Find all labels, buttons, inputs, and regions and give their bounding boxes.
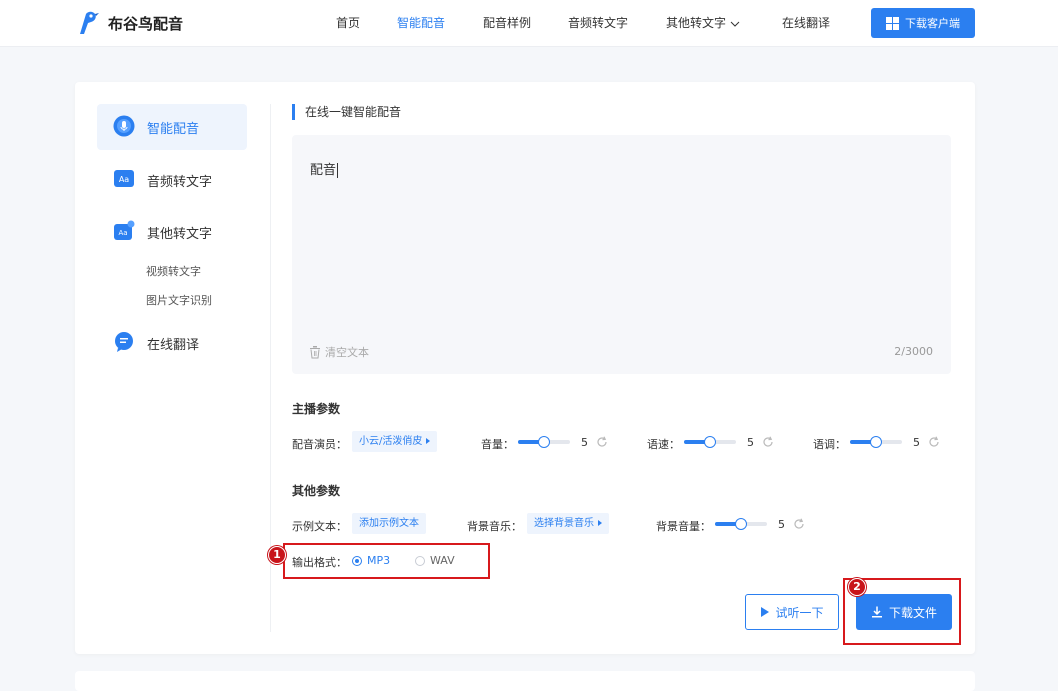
windows-icon <box>886 16 899 30</box>
play-icon <box>761 607 770 617</box>
preview-listen-button[interactable]: 试听一下 <box>745 594 839 630</box>
logo-text: 布谷鸟配音 <box>108 14 184 33</box>
sidebar-item-label: 音频转文字 <box>147 174 213 190</box>
nav-dubbing-samples[interactable]: 配音样例 <box>483 0 531 46</box>
other-params-title: 其他参数 <box>292 484 341 498</box>
translate-chat-icon <box>115 332 133 352</box>
step-marker-2: 2 <box>848 578 866 596</box>
voice-actor-label: 配音演员： <box>292 438 347 451</box>
slider-handle[interactable] <box>870 436 882 448</box>
select-bgm-button[interactable]: 选择背景音乐 <box>527 513 609 534</box>
sidebar-item-smart-dubbing[interactable]: 智能配音 <box>97 104 247 150</box>
highlight-box-output-format <box>283 543 490 579</box>
reset-speed-icon[interactable] <box>762 436 774 448</box>
bgm-volume-value: 5 <box>778 518 785 531</box>
anchor-params-title: 主播参数 <box>292 402 341 416</box>
char-counter: 2/3000 <box>894 345 933 358</box>
sidebar-item-label: 在线翻译 <box>147 337 200 353</box>
sidebar-item-label: 智能配音 <box>147 121 200 137</box>
clear-text-button[interactable]: 清空文本 <box>309 344 369 360</box>
speed-label: 语速： <box>647 438 680 451</box>
sidebar-item-other-to-text[interactable]: Aa 其他转文字 <box>97 209 247 255</box>
nav-home[interactable]: 首页 <box>336 0 360 46</box>
chevron-down-icon <box>730 21 740 27</box>
step-marker-1: 1 <box>268 546 286 564</box>
pitch-label: 语调： <box>813 438 846 451</box>
dubbing-text-input[interactable]: 配音 <box>310 159 339 178</box>
select-bgm-label: 选择背景音乐 <box>534 518 594 529</box>
sidebar-item-online-translate[interactable]: 在线翻译 <box>97 320 247 366</box>
reset-pitch-icon[interactable] <box>928 436 940 448</box>
svg-text:Aa: Aa <box>119 175 129 184</box>
sidebar-subitem-video-to-text[interactable]: 视频转文字 <box>146 263 201 279</box>
voice-actor-value: 小云/活泼俏皮 <box>359 436 423 447</box>
pitch-slider[interactable] <box>850 436 902 448</box>
section-title: 在线一键智能配音 <box>292 104 401 120</box>
reset-volume-icon[interactable] <box>596 436 608 448</box>
clear-text-label: 清空文本 <box>325 346 369 359</box>
slider-handle[interactable] <box>538 436 550 448</box>
sidebar-item-audio-to-text[interactable]: Aa 音频转文字 <box>97 157 247 203</box>
volume-slider[interactable] <box>518 436 570 448</box>
sample-text-label: 示例文本： <box>292 520 347 533</box>
caret-right-icon <box>598 520 602 526</box>
slider-handle[interactable] <box>735 518 747 530</box>
download-client-button[interactable]: 下载客户端 <box>871 8 975 38</box>
nav-online-translate[interactable]: 在线翻译 <box>782 0 830 46</box>
nav-other-to-text-label: 其他转文字 <box>666 16 727 30</box>
preview-listen-label: 试听一下 <box>775 605 824 620</box>
bottom-card <box>75 671 975 691</box>
sidebar-item-label: 其他转文字 <box>147 226 213 242</box>
mic-icon <box>113 115 135 137</box>
logo[interactable]: 布谷鸟配音 <box>76 10 183 36</box>
sidebar-subitem-image-ocr[interactable]: 图片文字识别 <box>146 292 212 308</box>
nav-audio-to-text[interactable]: 音频转文字 <box>568 0 628 46</box>
aa-convert-icon: Aa <box>114 220 135 240</box>
slider-handle[interactable] <box>704 436 716 448</box>
cuckoo-bird-logo-icon <box>80 11 99 34</box>
caret-right-icon <box>426 438 431 444</box>
download-client-label: 下载客户端 <box>905 17 960 30</box>
bgm-label: 背景音乐： <box>467 520 522 533</box>
voice-actor-select[interactable]: 小云/活泼俏皮 <box>352 431 438 452</box>
nav-other-to-text[interactable]: 其他转文字 <box>666 0 740 46</box>
speed-slider[interactable] <box>684 436 736 448</box>
reset-bgm-volume-icon[interactable] <box>793 518 805 530</box>
svg-text:Aa: Aa <box>118 229 127 237</box>
top-header: 布谷鸟配音 首页 智能配音 配音样例 音频转文字 其他转文字 在线翻译 下载客户… <box>0 0 1058 47</box>
speed-value: 5 <box>747 436 754 449</box>
bgm-volume-slider[interactable] <box>715 518 767 530</box>
nav-smart-dubbing[interactable]: 智能配音 <box>397 0 445 46</box>
trash-icon <box>310 345 320 358</box>
dubbing-text-area[interactable]: 配音 清空文本 2/3000 <box>292 135 951 374</box>
main-card: 智能配音 Aa 音频转文字 Aa 其他转文字 视频转文字 图片文字识别 在线翻译… <box>75 82 975 654</box>
add-sample-text-button[interactable]: 添加示例文本 <box>352 513 426 534</box>
text-caret <box>337 163 339 178</box>
aa-text-icon: Aa <box>114 170 134 187</box>
pitch-value: 5 <box>913 436 920 449</box>
dubbing-text-value: 配音 <box>310 163 337 178</box>
bgm-volume-label: 背景音量： <box>656 520 711 533</box>
volume-label: 音量： <box>481 438 514 451</box>
volume-value: 5 <box>581 436 588 449</box>
